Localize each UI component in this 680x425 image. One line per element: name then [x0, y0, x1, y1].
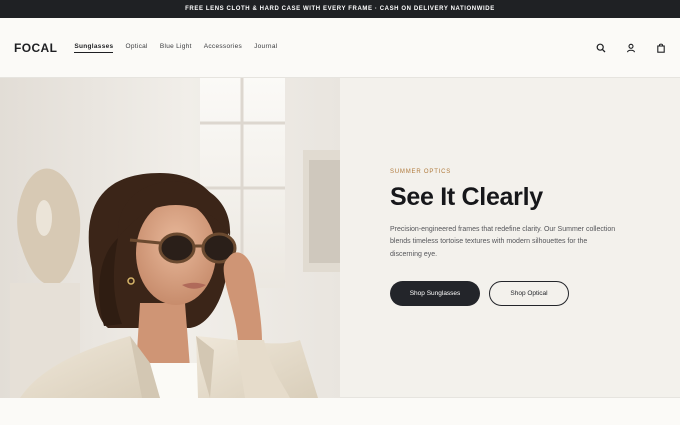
nav-optical[interactable]: Optical [125, 43, 147, 52]
account-icon[interactable] [626, 43, 636, 53]
hero-eyebrow: SUMMER OPTICS [390, 169, 452, 176]
logo[interactable]: FOCAL [14, 41, 57, 55]
announcement-bar: FREE LENS CLOTH & HARD CASE WITH EVERY F… [0, 0, 680, 18]
header-icons [596, 18, 666, 78]
site-header: FOCAL Sunglasses Optical Blue Light Acce… [0, 18, 680, 78]
nav-sunglasses[interactable]: Sunglasses [74, 43, 114, 53]
main-nav: Sunglasses Optical Blue Light Accessorie… [74, 43, 277, 53]
nav-accessories[interactable]: Accessories [204, 43, 242, 52]
hero-image [0, 78, 340, 398]
hero-section: SUMMER OPTICS See It Clearly Precision-e… [0, 78, 680, 398]
nav-blue-light[interactable]: Blue Light [160, 43, 192, 52]
hero-body: Precision-engineered frames that redefin… [390, 226, 616, 258]
search-icon[interactable] [596, 43, 606, 53]
shop-sunglasses-button[interactable]: Shop Sunglasses [390, 280, 480, 306]
nav-journal[interactable]: Journal [254, 43, 277, 52]
hero-content: SUMMER OPTICS See It Clearly Precision-e… [340, 78, 680, 397]
shop-optical-button[interactable]: Shop Optical [489, 280, 569, 306]
next-section [0, 398, 680, 425]
announcement-text: FREE LENS CLOTH & HARD CASE WITH EVERY F… [185, 6, 495, 12]
hero-ctas: Shop Sunglasses Shop Optical [390, 280, 630, 306]
bag-icon[interactable] [656, 43, 666, 53]
hero-headline: See It Clearly [390, 183, 543, 212]
